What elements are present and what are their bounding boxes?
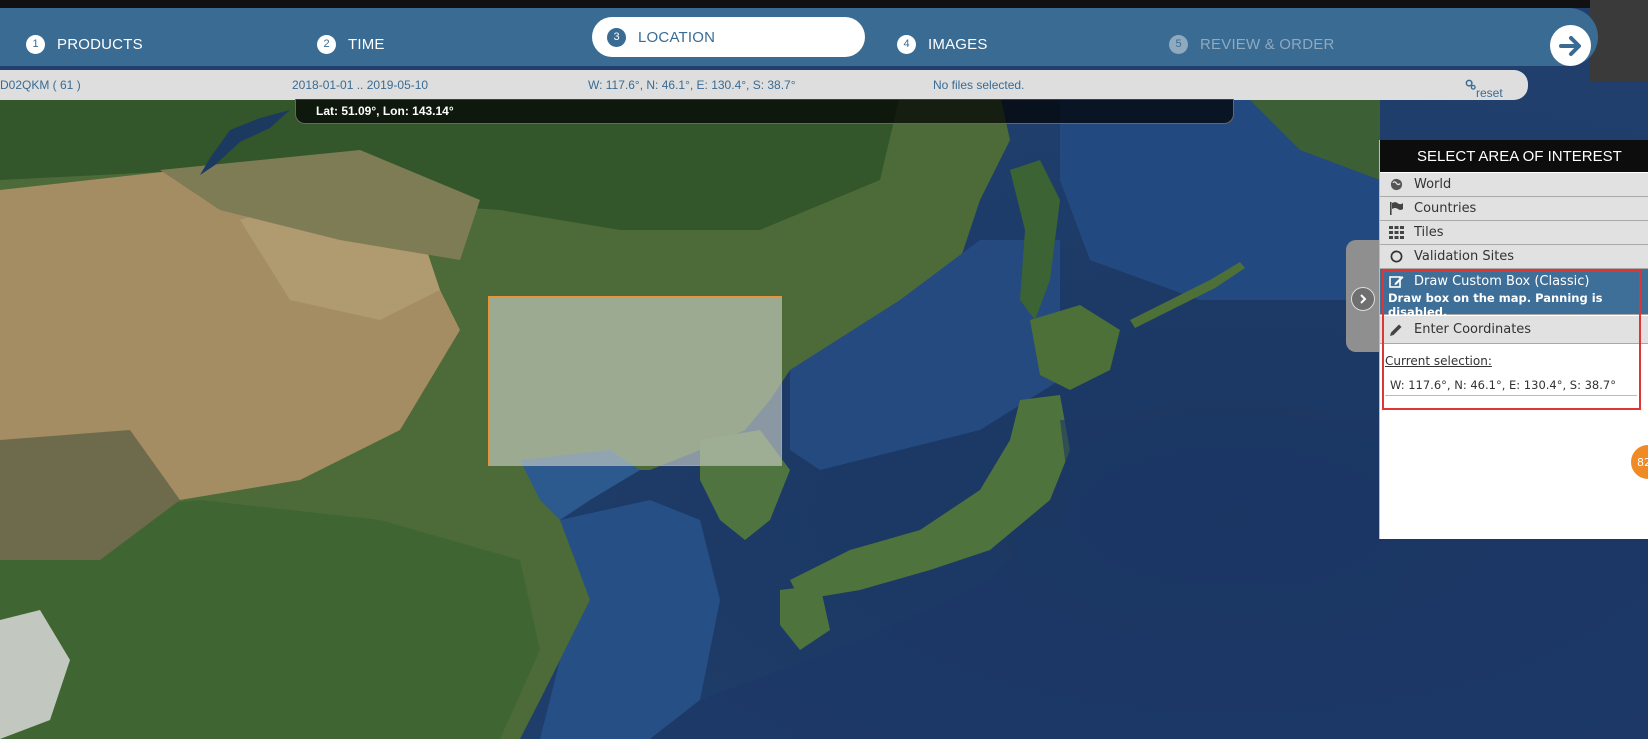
gears-icon <box>1465 79 1476 90</box>
flag-icon <box>1388 202 1404 216</box>
chevron-right-icon <box>1360 294 1367 304</box>
step-label: IMAGES <box>928 35 988 53</box>
option-validation-sites[interactable]: Validation Sites <box>1380 245 1648 269</box>
step-location[interactable]: 3 LOCATION <box>592 17 865 57</box>
current-selection-value: W: 117.6°, N: 46.1°, E: 130.4°, S: 38.7° <box>1385 374 1637 396</box>
step-number: 2 <box>317 34 336 54</box>
top-strip <box>0 0 1648 8</box>
wizard-steps-bar: 1 PRODUCTS 2 TIME 3 LOCATION 4 IMAGES 5 … <box>0 8 1598 66</box>
step-label: PRODUCTS <box>57 35 143 53</box>
selected-area-box[interactable] <box>488 296 782 466</box>
reset-button[interactable]: reset <box>1465 78 1503 100</box>
step-time[interactable]: 2 TIME <box>317 24 385 64</box>
summary-time[interactable]: 2018-01-01 .. 2019-05-10 <box>292 78 428 92</box>
summary-images[interactable]: No files selected. <box>933 78 1024 92</box>
selection-summary-bar: D02QKM ( 61 ) 2018-01-01 .. 2019-05-10 W… <box>0 70 1528 100</box>
step-number: 5 <box>1169 34 1188 54</box>
pencil-icon <box>1388 323 1404 337</box>
summary-product[interactable]: D02QKM ( 61 ) <box>0 78 81 92</box>
option-label: Draw Custom Box (Classic) <box>1414 273 1590 289</box>
option-label: World <box>1414 177 1452 192</box>
area-of-interest-panel: SELECT AREA OF INTEREST World Countries … <box>1379 140 1648 539</box>
arrow-right-icon <box>1558 35 1581 56</box>
current-selection-label: Current selection: <box>1385 354 1492 368</box>
option-tiles[interactable]: Tiles <box>1380 221 1648 245</box>
header-right-band <box>1590 0 1648 82</box>
edit-icon <box>1388 274 1404 288</box>
option-world[interactable]: World <box>1380 173 1648 197</box>
option-label: Validation Sites <box>1414 249 1515 264</box>
step-number: 4 <box>897 34 916 54</box>
reset-label: reset <box>1476 86 1503 100</box>
step-products[interactable]: 1 PRODUCTS <box>26 24 143 64</box>
cursor-coordinate-readout: Lat: 51.09°, Lon: 143.14° <box>295 99 1234 124</box>
next-step-button[interactable] <box>1550 25 1591 66</box>
step-label: TIME <box>348 35 385 53</box>
option-label: Tiles <box>1414 225 1444 240</box>
step-images[interactable]: 4 IMAGES <box>897 24 988 64</box>
circle-icon <box>1388 250 1404 264</box>
option-draw-custom-box[interactable]: Draw Custom Box (Classic) Draw box on th… <box>1380 269 1648 319</box>
option-label: Countries <box>1414 201 1477 216</box>
option-enter-coordinates[interactable]: Enter Coordinates <box>1380 316 1648 344</box>
step-label: LOCATION <box>638 28 716 46</box>
step-label: REVIEW & ORDER <box>1200 35 1335 53</box>
step-review-order[interactable]: 5 REVIEW & ORDER <box>1169 24 1334 64</box>
globe-icon <box>1388 178 1404 192</box>
option-countries[interactable]: Countries <box>1380 197 1648 221</box>
step-number: 1 <box>26 34 45 54</box>
step-number: 3 <box>607 27 626 47</box>
cursor-coordinates: Lat: 51.09°, Lon: 143.14° <box>316 104 454 118</box>
option-label: Enter Coordinates <box>1414 322 1532 337</box>
panel-title: SELECT AREA OF INTEREST <box>1380 140 1648 172</box>
collapse-panel-button[interactable] <box>1351 287 1375 311</box>
grid-icon <box>1388 226 1404 240</box>
option-hint: Draw box on the map. Panning is disabled… <box>1388 291 1603 319</box>
summary-location[interactable]: W: 117.6°, N: 46.1°, E: 130.4°, S: 38.7° <box>588 78 796 92</box>
